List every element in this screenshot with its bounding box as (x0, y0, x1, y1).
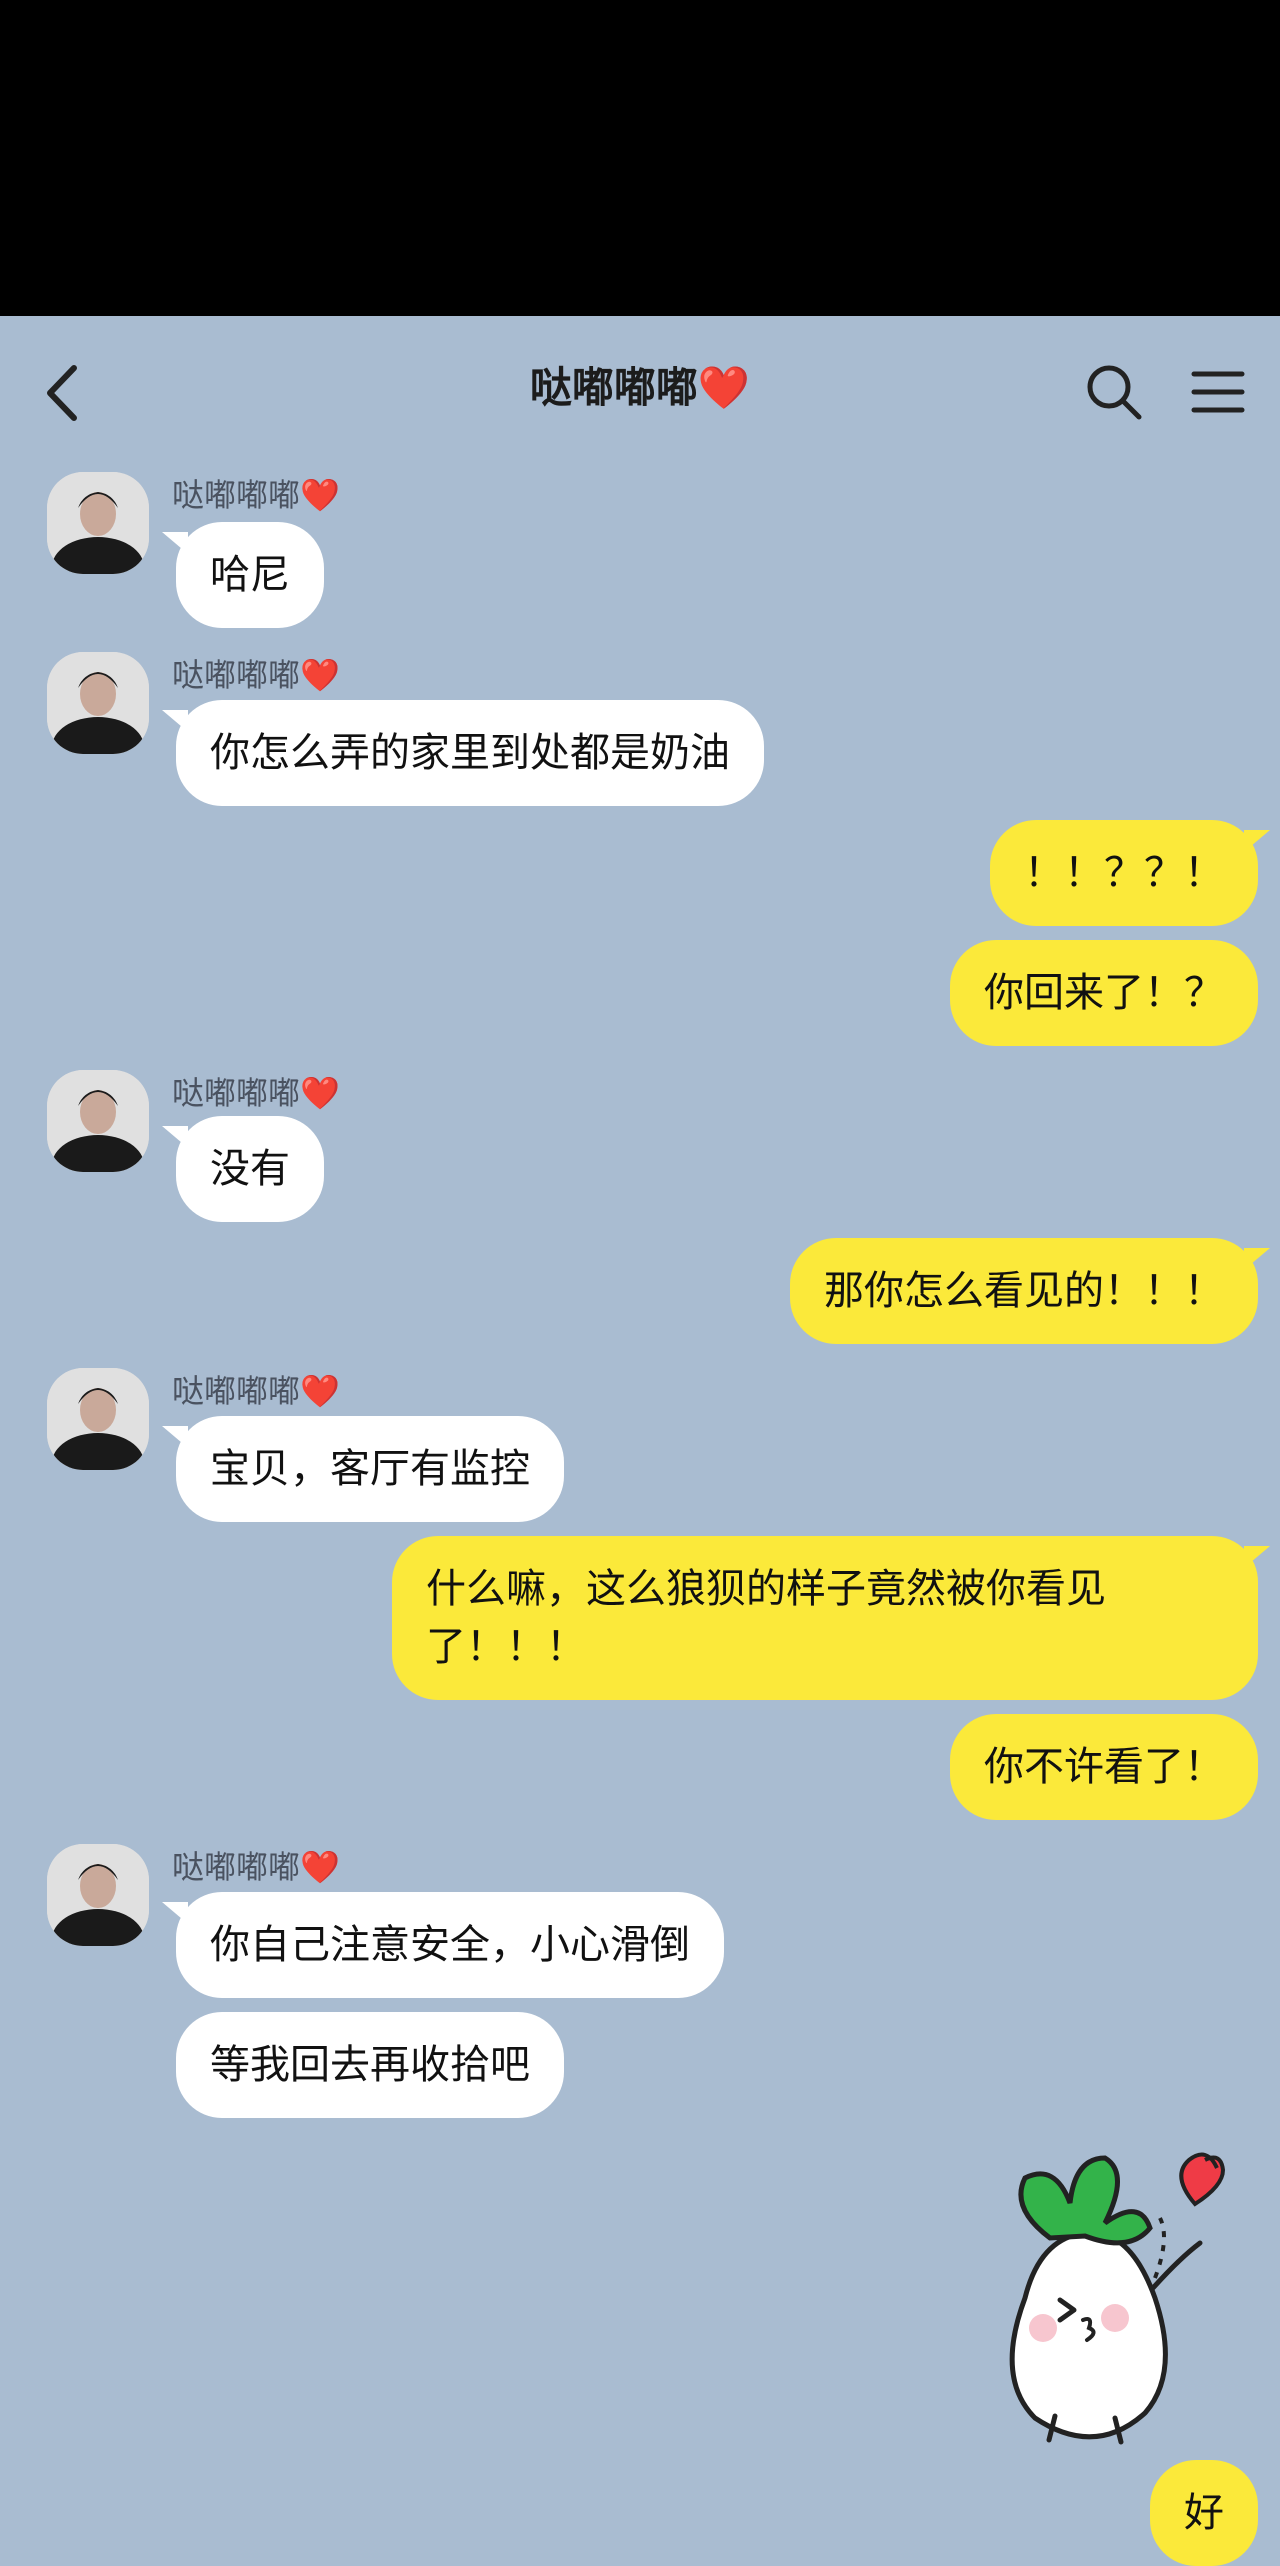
chat-header: 哒嘟嘟嘟❤️ (0, 316, 1280, 461)
message-bubble-incoming[interactable]: 你怎么弄的家里到处都是奶油 (162, 700, 764, 806)
radish-kiss-sticker[interactable] (955, 2128, 1265, 2448)
sender-name: 哒嘟嘟嘟❤️ (172, 1068, 340, 1114)
heart-emoji-icon: ❤️ (300, 1848, 340, 1886)
message-bubble-outgoing[interactable]: 什么嘛，这么狼狈的样子竟然被你看见了！！！ (392, 1536, 1270, 1700)
message-bubble-outgoing[interactable]: 那你怎么看见的！！！ (790, 1238, 1270, 1344)
sender-name: 哒嘟嘟嘟❤️ (172, 1366, 340, 1412)
heart-emoji-icon: ❤️ (300, 1372, 340, 1410)
heart-emoji-icon: ❤️ (697, 363, 751, 412)
sender-name: 哒嘟嘟嘟❤️ (172, 1842, 340, 1888)
avatar[interactable] (47, 472, 149, 574)
avatar[interactable] (47, 1844, 149, 1946)
heart-emoji-icon: ❤️ (300, 1074, 340, 1112)
status-bar (0, 0, 1280, 316)
chat-title-text: 哒嘟嘟嘟 (529, 363, 698, 412)
sender-name-text: 哒嘟嘟嘟 (172, 1372, 301, 1410)
message-bubble-outgoing[interactable]: 你回来了！？ (950, 940, 1258, 1046)
sender-name-text: 哒嘟嘟嘟 (172, 1074, 301, 1112)
heart-emoji-icon: ❤️ (300, 656, 340, 694)
heart-emoji-icon: ❤️ (300, 476, 340, 514)
sender-name-text: 哒嘟嘟嘟 (172, 1848, 301, 1886)
message-bubble-outgoing[interactable]: ！！？？！ (990, 820, 1270, 926)
avatar[interactable] (47, 652, 149, 754)
avatar[interactable] (47, 1070, 149, 1172)
message-bubble-incoming[interactable]: 等我回去再收拾吧 (176, 2012, 564, 2118)
sender-name-text: 哒嘟嘟嘟 (172, 656, 301, 694)
avatar[interactable] (47, 1368, 149, 1470)
message-bubble-incoming[interactable]: 没有 (162, 1116, 324, 1222)
message-bubble-incoming[interactable]: 宝贝，客厅有监控 (162, 1416, 564, 1522)
message-bubble-outgoing[interactable]: 好 (1150, 2460, 1258, 2566)
sender-name: 哒嘟嘟嘟❤️ (172, 650, 340, 696)
search-icon[interactable] (1084, 362, 1144, 422)
sender-name-text: 哒嘟嘟嘟 (172, 476, 301, 514)
sender-name: 哒嘟嘟嘟❤️ (172, 470, 340, 516)
message-bubble-outgoing[interactable]: 你不许看了！ (950, 1714, 1258, 1820)
menu-icon[interactable] (1190, 364, 1246, 420)
message-bubble-incoming[interactable]: 你自己注意安全，小心滑倒 (162, 1892, 724, 1998)
message-bubble-incoming[interactable]: 哈尼 (162, 522, 324, 628)
